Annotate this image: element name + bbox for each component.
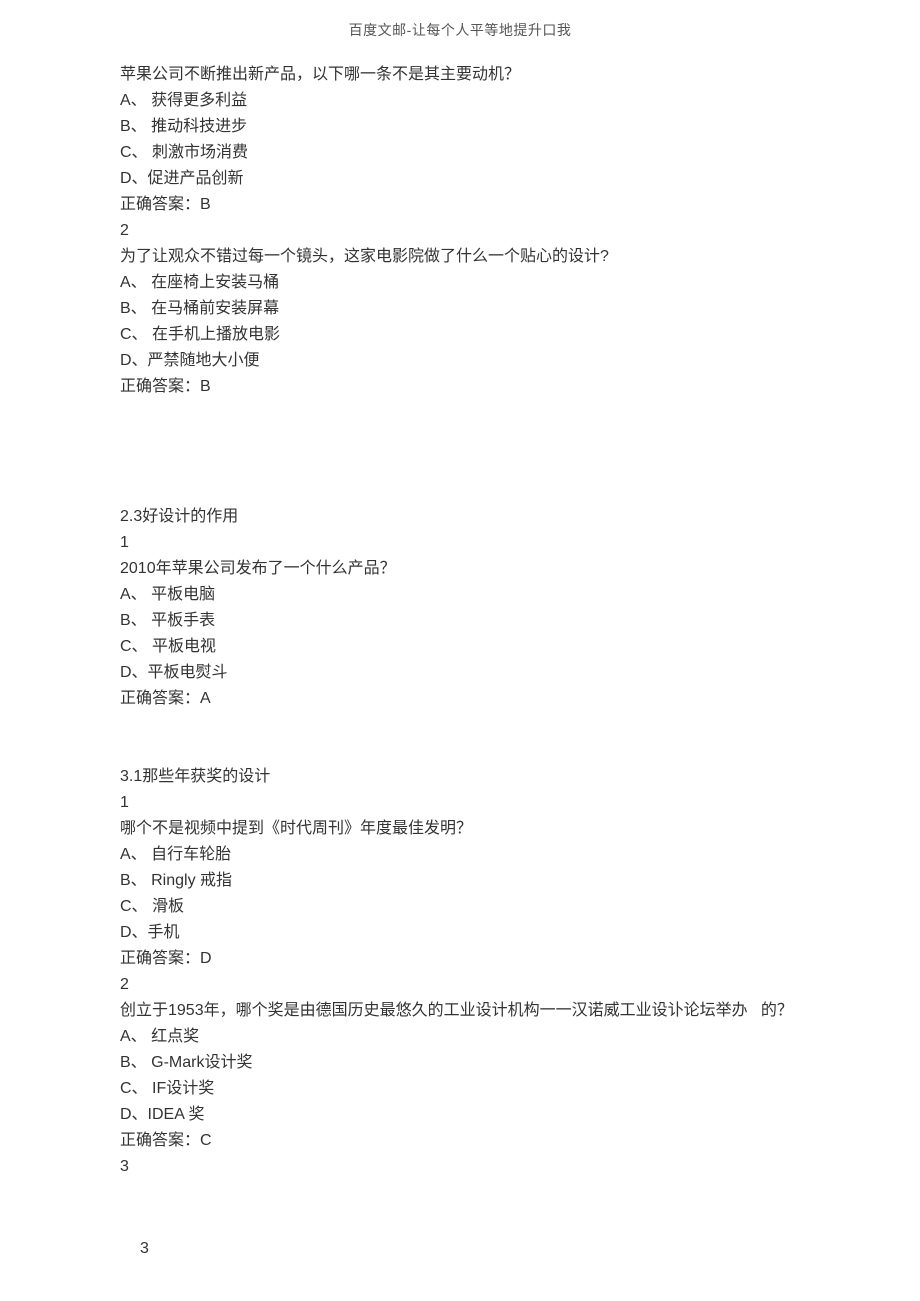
- question-prompt: 哪个不是视频中提到《时代周刊》年度最佳发明？: [120, 816, 800, 842]
- answer: 正确答案：D: [120, 946, 800, 972]
- option-c: C、 刺激市场消费: [120, 140, 800, 166]
- option-d: D、促进产品创新: [120, 166, 800, 192]
- option-c: C、 滑板: [120, 894, 800, 920]
- answer: 正确答案：B: [120, 192, 800, 218]
- option-b: B、 推动科技进步: [120, 114, 800, 140]
- question-prompt: 为了让观众不错过每一个镜头，这家电影院做了什么一个贴心的设计?: [120, 244, 800, 270]
- section-heading: 3.1那些年获奖的设计: [120, 764, 800, 790]
- answer: 正确答案：C: [120, 1128, 800, 1154]
- option-c: C、 IF设计奖: [120, 1076, 800, 1102]
- question-number: 2: [120, 218, 800, 244]
- spacer: [120, 712, 800, 738]
- question-number: 1: [120, 790, 800, 816]
- page-number: 3: [120, 1240, 800, 1258]
- question-number: 2: [120, 972, 800, 998]
- question-number: 1: [120, 530, 800, 556]
- option-a: A、 平板电脑: [120, 582, 800, 608]
- option-b: B、 Ringly 戒指: [120, 868, 800, 894]
- question-prompt: 2010年苹果公司发布了一个什么产品？: [120, 556, 800, 582]
- option-a: A、 红点奖: [120, 1024, 800, 1050]
- option-a: A、 在座椅上安装马桶: [120, 270, 800, 296]
- option-c: C、 在手机上播放电影: [120, 322, 800, 348]
- spacer: [120, 400, 800, 504]
- question-prompt: 创立于1953年，哪个奖是由德国历史最悠久的工业设计机构一一汉诺威工业设讣论坛举…: [120, 998, 800, 1024]
- option-a: A、 获得更多利益: [120, 88, 800, 114]
- question-number: 3: [120, 1154, 800, 1180]
- option-b: B、 平板手表: [120, 608, 800, 634]
- option-c: C、 平板电视: [120, 634, 800, 660]
- option-b: B、 在马桶前安装屏幕: [120, 296, 800, 322]
- option-d: D、严禁随地大小便: [120, 348, 800, 374]
- option-d: D、平板电熨斗: [120, 660, 800, 686]
- page-header: 百度文邮-让每个人平等地提升口我: [120, 20, 800, 40]
- spacer: [120, 738, 800, 764]
- option-d: D、手机: [120, 920, 800, 946]
- section-heading: 2.3好设计的作用: [120, 504, 800, 530]
- option-b: B、 G-Mark设计奖: [120, 1050, 800, 1076]
- answer: 正确答案：B: [120, 374, 800, 400]
- document-page: 百度文邮-让每个人平等地提升口我 苹果公司不断推出新产品，以下哪一条不是其主要动…: [0, 0, 920, 1298]
- option-d: D、IDEA 奖: [120, 1102, 800, 1128]
- option-a: A、 自行车轮胎: [120, 842, 800, 868]
- question-prompt: 苹果公司不断推出新产品，以下哪一条不是其主要动机？: [120, 62, 800, 88]
- answer: 正确答案：A: [120, 686, 800, 712]
